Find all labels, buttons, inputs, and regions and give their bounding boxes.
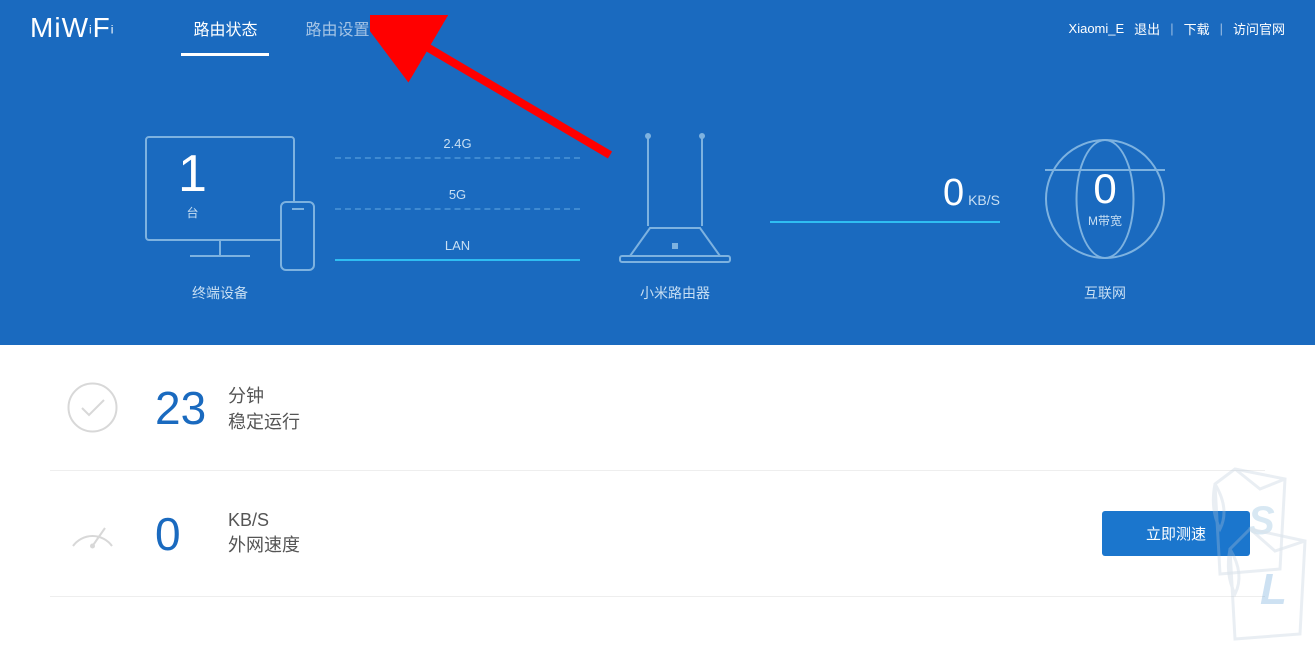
hero-panel: MiWiFi 路由状态 路由设置 Xiaomi_E 退出 | 下载 | 访问官网…	[0, 0, 1315, 345]
router-block[interactable]: 小米路由器	[590, 126, 760, 303]
speedtest-button-label: 立即测速	[1146, 526, 1206, 543]
internet-label: 互联网	[1010, 283, 1200, 303]
globe-icon: 0 M带宽	[1045, 139, 1165, 259]
device-unit: 台	[115, 204, 270, 221]
router-icon	[590, 126, 760, 271]
bandwidth-value: 0	[1093, 168, 1116, 210]
status-diagram: 1 台 终端设备 2.4G 5G LAN	[0, 56, 1315, 303]
logo: MiWiFi	[30, 12, 114, 44]
conn-24g-label: 2.4G	[443, 136, 471, 151]
conn-24g: 2.4G	[335, 136, 580, 159]
conn-lan: LAN	[335, 238, 580, 261]
wan-speed-value: 0	[943, 172, 964, 214]
check-icon	[65, 380, 120, 435]
stats-panel: 23 分钟 稳定运行 0 KB/S 外网速度 立即测速	[0, 345, 1315, 597]
router-label: 小米路由器	[590, 283, 760, 303]
device-count: 1	[115, 144, 270, 204]
logout-link[interactable]: 退出	[1134, 19, 1160, 38]
top-right-links: Xiaomi_E 退出 | 下载 | 访问官网	[1069, 19, 1285, 38]
nav-tabs: 路由状态 路由设置	[169, 0, 393, 56]
tab-status-label: 路由状态	[193, 16, 257, 40]
conn-5g-label: 5G	[449, 187, 466, 202]
wan-speed-row: 0 KB/S 外网速度 立即测速	[50, 471, 1265, 597]
tab-settings[interactable]: 路由设置	[293, 0, 381, 56]
uptime-label: 稳定运行	[228, 408, 300, 434]
conn-lan-label: LAN	[445, 238, 470, 253]
conn-5g: 5G	[335, 187, 580, 210]
top-bar: MiWiFi 路由状态 路由设置 Xiaomi_E 退出 | 下载 | 访问官网	[0, 0, 1315, 56]
wan-speed-unit: KB/S	[968, 192, 1000, 208]
devices-icon: 1 台	[115, 126, 325, 271]
download-link[interactable]: 下载	[1184, 19, 1210, 38]
connection-lines: 2.4G 5G LAN	[335, 126, 580, 261]
uptime-row: 23 分钟 稳定运行	[50, 345, 1265, 471]
speedtest-button[interactable]: 立即测速	[1102, 511, 1250, 556]
official-link[interactable]: 访问官网	[1233, 19, 1285, 38]
gauge-icon	[65, 506, 120, 561]
devices-block[interactable]: 1 台 终端设备	[115, 126, 325, 303]
uptime-unit: 分钟	[228, 382, 300, 408]
wan-unit: KB/S	[228, 510, 300, 531]
bandwidth-unit: M带宽	[1088, 212, 1122, 229]
user-name[interactable]: Xiaomi_E	[1069, 21, 1125, 36]
devices-label: 终端设备	[115, 283, 325, 303]
wan-label: 外网速度	[228, 531, 300, 557]
phone-icon	[280, 201, 315, 271]
separator: |	[1220, 21, 1223, 36]
wan-speed-block: 0KB/S	[770, 172, 1000, 223]
tab-settings-label: 路由设置	[305, 16, 369, 40]
separator: |	[1170, 21, 1173, 36]
wan-value: 0	[155, 507, 210, 561]
tab-status[interactable]: 路由状态	[181, 0, 269, 56]
uptime-value: 23	[155, 381, 210, 435]
internet-block[interactable]: 0 M带宽 互联网	[1010, 126, 1200, 303]
